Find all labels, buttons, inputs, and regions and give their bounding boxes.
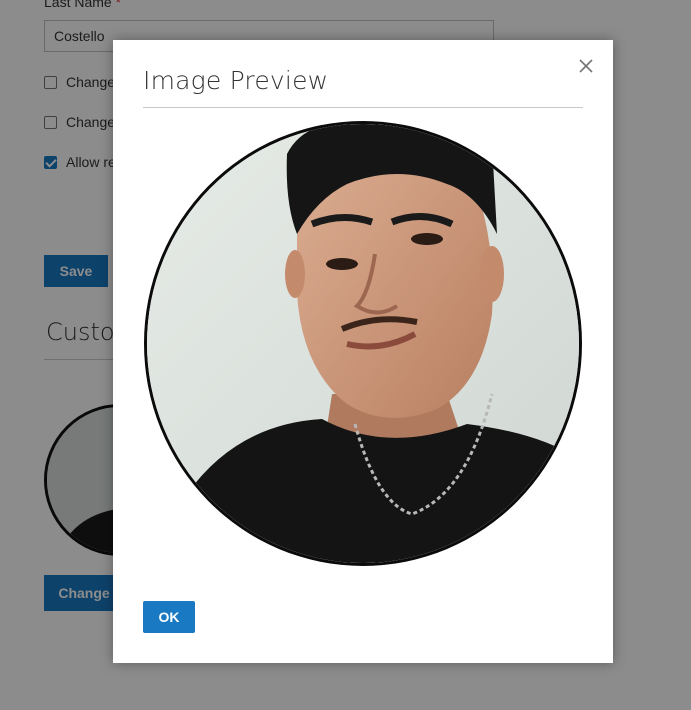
modal-divider (143, 107, 583, 108)
modal-title: Image Preview (143, 66, 329, 95)
preview-photo (147, 124, 579, 563)
close-icon (579, 59, 593, 73)
close-button[interactable] (576, 56, 596, 76)
image-preview-modal: Image Preview OK (113, 40, 613, 663)
image-preview (144, 121, 582, 566)
ok-button[interactable]: OK (143, 601, 195, 633)
